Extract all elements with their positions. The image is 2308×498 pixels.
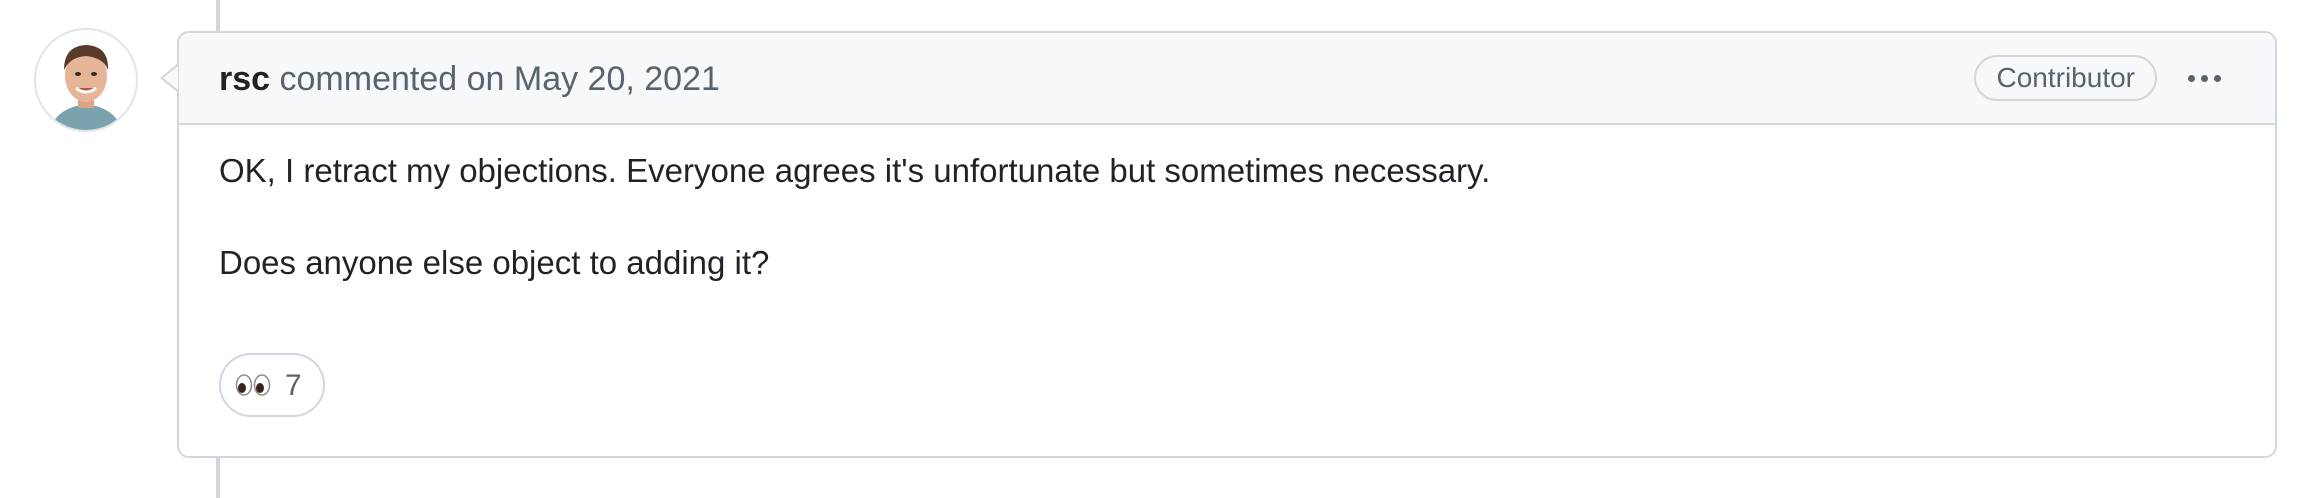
comment-box: rsc commented on May 20, 2021 Contributo… (177, 31, 2277, 458)
reaction-eyes-button[interactable]: 7 (219, 353, 325, 417)
comment-action-label: commented on (279, 60, 505, 98)
comment-paragraph: OK, I retract my objections. Everyone ag… (219, 152, 1491, 189)
kebab-dot (2201, 75, 2208, 82)
comment-header: rsc commented on May 20, 2021 Contributo… (179, 33, 2275, 125)
eyes-emoji-icon (235, 374, 271, 396)
more-actions-button[interactable] (2185, 63, 2235, 93)
kebab-horizontal-icon (2188, 75, 2195, 82)
comment-caret-fill (163, 66, 178, 90)
author-link[interactable]: rsc (219, 60, 270, 98)
comment-timestamp-link[interactable]: May 20, 2021 (514, 60, 720, 98)
reaction-count: 7 (285, 369, 302, 402)
contributor-badge: Contributor (1974, 55, 2157, 101)
avatar[interactable] (34, 28, 138, 132)
comment-paragraph: Does anyone else object to adding it? (219, 244, 770, 281)
comment-meta: rsc commented on May 20, 2021 (219, 59, 720, 99)
avatar-image (36, 30, 136, 130)
kebab-dot (2214, 75, 2221, 82)
comment-body: OK, I retract my objections. Everyone ag… (219, 151, 1490, 283)
